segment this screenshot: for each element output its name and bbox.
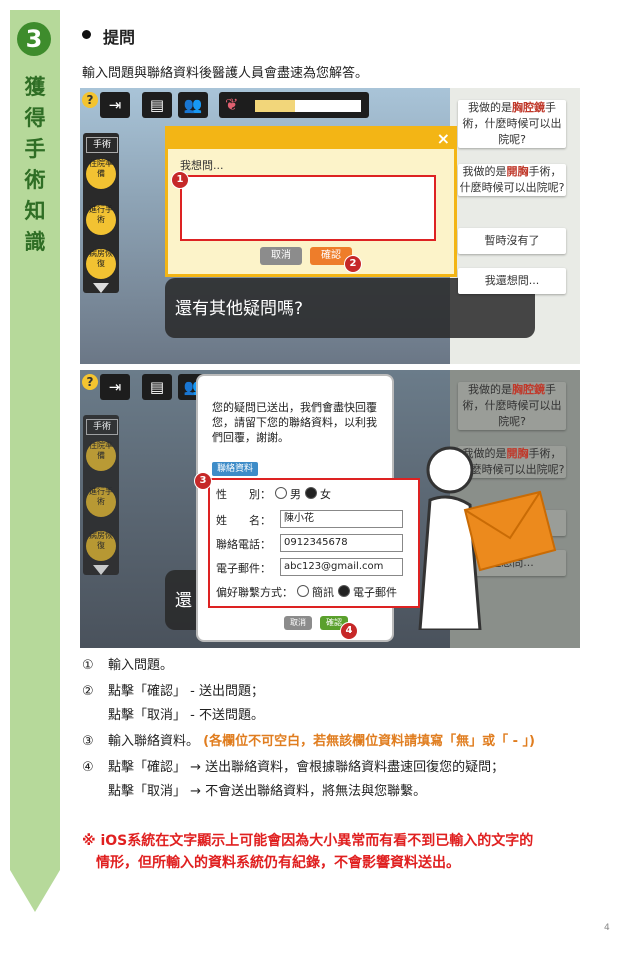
vertical-section-title: 獲得手術知識: [24, 75, 46, 254]
note-2: ② 點擊「確認」 - 送出問題；: [82, 684, 264, 699]
contact-pref-row: 偏好聯繫方式： 簡訊 電子郵件: [216, 584, 397, 600]
cancel-button[interactable]: 取消: [284, 616, 312, 630]
contact-form: 性 別： 男 女 姓 名： 陳小花 聯絡電話： 0912345678 電子郵件：…: [208, 478, 420, 608]
email-radio[interactable]: [337, 585, 350, 597]
note-4: ④ 點擊「確認」 → 送出聯絡資料，會根據聯絡資料盡速回復您的疑問；: [82, 760, 505, 775]
male-label: 男: [290, 488, 301, 501]
sidebar-step-prepare[interactable]: 住院準備: [86, 441, 116, 471]
warning-line-1: ※ iOS系統在文字顯示上可能會因為大小異常而有看不到已輸入的文字的: [82, 833, 534, 849]
question-input[interactable]: [180, 175, 436, 241]
document-icon[interactable]: ▤: [142, 92, 172, 118]
page-number: 4: [604, 923, 610, 933]
warning-line-2: 情形，但所輸入的資料系統仍有紀錄，不會影響資料送出。: [96, 855, 460, 871]
email-label: 電子郵件：: [216, 562, 271, 575]
gender-row: 性 別： 男 女: [216, 486, 331, 502]
close-icon[interactable]: ×: [437, 129, 450, 149]
note-2b: 點擊「取消」 - 不送問題。: [108, 708, 264, 723]
exit-icon[interactable]: ⇥: [100, 374, 130, 400]
exit-icon[interactable]: ⇥: [100, 92, 130, 118]
question-label: 我想問...: [180, 159, 224, 172]
screenshot-contact-dialog: ? ⇥ ▤ 👥 手術 住院準備 進行手術 病房恢復 還 我做的是胸腔鏡手術，什麼…: [80, 370, 580, 648]
contact-dialog: 您的疑問已送出，我們會盡快回覆您，請留下您的聯絡資料，以利我們回覆，謝謝。 聯絡…: [194, 376, 420, 640]
callout-badge-3: 3: [194, 472, 212, 490]
email-option-label: 電子郵件: [353, 586, 397, 599]
sidebar-step-recovery[interactable]: 病房恢復: [86, 249, 116, 279]
help-icon[interactable]: ?: [82, 92, 98, 108]
callout-badge-2: 2: [344, 255, 362, 273]
reply-option-none[interactable]: 暫時沒有了: [458, 228, 566, 254]
dialog-header: ×: [168, 129, 454, 149]
contact-message: 您的疑問已送出，我們會盡快回覆您，請留下您的聯絡資料，以利我們回覆，謝謝。: [212, 401, 377, 444]
sms-radio[interactable]: [296, 585, 309, 597]
sidebar-step-surgery[interactable]: 進行手術: [86, 487, 116, 517]
sidebar-step-prepare[interactable]: 住院準備: [86, 159, 116, 189]
down-arrow-icon: [93, 565, 109, 575]
reply-option-ask-more[interactable]: 我還想問...: [458, 268, 566, 294]
callout-badge-4: 4: [340, 622, 358, 640]
cancel-button[interactable]: 取消: [260, 247, 302, 265]
gender-label: 性 別：: [216, 488, 271, 501]
name-input[interactable]: 陳小花: [280, 510, 403, 528]
side-ribbon-tip: [10, 870, 60, 912]
sidebar-title: 手術: [86, 419, 118, 435]
email-input[interactable]: abc123@gmail.com: [280, 558, 403, 576]
bullet-icon: [82, 30, 91, 39]
ios-warning: ※ iOS系統在文字顯示上可能會因為大小異常而有看不到已輸入的文字的 情形，但所…: [82, 830, 602, 874]
reply-option-thoracoscope[interactable]: 我做的是胸腔鏡手術，什麼時候可以出院呢?: [458, 100, 566, 148]
section-heading: 提問: [103, 28, 136, 47]
lung-bar-fill: [255, 100, 296, 112]
speech-text: 還有其他疑問嗎?: [175, 299, 304, 319]
lung-capacity-meter: ❦: [219, 92, 369, 118]
people-icon[interactable]: 👥: [178, 92, 208, 118]
reply-option-thoracoscope[interactable]: 我做的是胸腔鏡手術，什麼時候可以出院呢?: [458, 382, 566, 430]
down-arrow-icon: [93, 283, 109, 293]
lung-bar: [255, 100, 361, 112]
speech-text: 還: [175, 591, 192, 611]
screenshot-question-dialog: ? ⇥ ▤ 👥 ❦ 手術 住院準備 進行手術 病房恢復 還有其他疑問嗎? 我做的…: [80, 88, 580, 364]
female-radio[interactable]: [304, 487, 317, 499]
sidebar-step-recovery[interactable]: 病房恢復: [86, 531, 116, 561]
callout-badge-1: 1: [171, 171, 189, 189]
phone-input[interactable]: 0912345678: [280, 534, 403, 552]
female-label: 女: [320, 488, 331, 501]
step-number-badge: 3: [17, 22, 51, 56]
note-3: ③ 輸入聯絡資料。 (各欄位不可空白，若無該欄位資料請填寫「無」或「 - 」): [82, 734, 535, 749]
progress-sidebar: 手術 住院準備 進行手術 病房恢復: [83, 415, 119, 575]
sms-label: 簡訊: [312, 586, 334, 599]
sidebar-step-surgery[interactable]: 進行手術: [86, 205, 116, 235]
note-4b: 點擊「取消」 → 不會送出聯絡資料，將無法與您聯繫。: [108, 784, 427, 799]
lung-icon: ❦: [225, 95, 239, 114]
contact-pref-label: 偏好聯繫方式：: [216, 586, 293, 599]
envelope-person-illustration: [418, 446, 557, 632]
question-dialog: × 我想問... 取消 確認 1 2: [165, 126, 457, 277]
intro-text: 輸入問題與聯絡資料後醫護人員會盡速為您解答。: [82, 66, 369, 81]
reply-option-open-chest[interactable]: 我做的是開胸手術，什麼時候可以出院呢?: [458, 164, 566, 196]
progress-sidebar: 手術 住院準備 進行手術 病房恢復: [83, 133, 119, 293]
help-icon[interactable]: ?: [82, 374, 98, 390]
note-1: ① 輸入問題。: [82, 658, 174, 673]
name-label: 姓 名：: [216, 514, 271, 527]
sidebar-title: 手術: [86, 137, 118, 153]
phone-label: 聯絡電話：: [216, 538, 271, 551]
male-radio[interactable]: [274, 487, 287, 499]
contact-tag: 聯絡資料: [212, 462, 259, 476]
document-icon[interactable]: ▤: [142, 374, 172, 400]
mail-figure: [410, 430, 570, 632]
